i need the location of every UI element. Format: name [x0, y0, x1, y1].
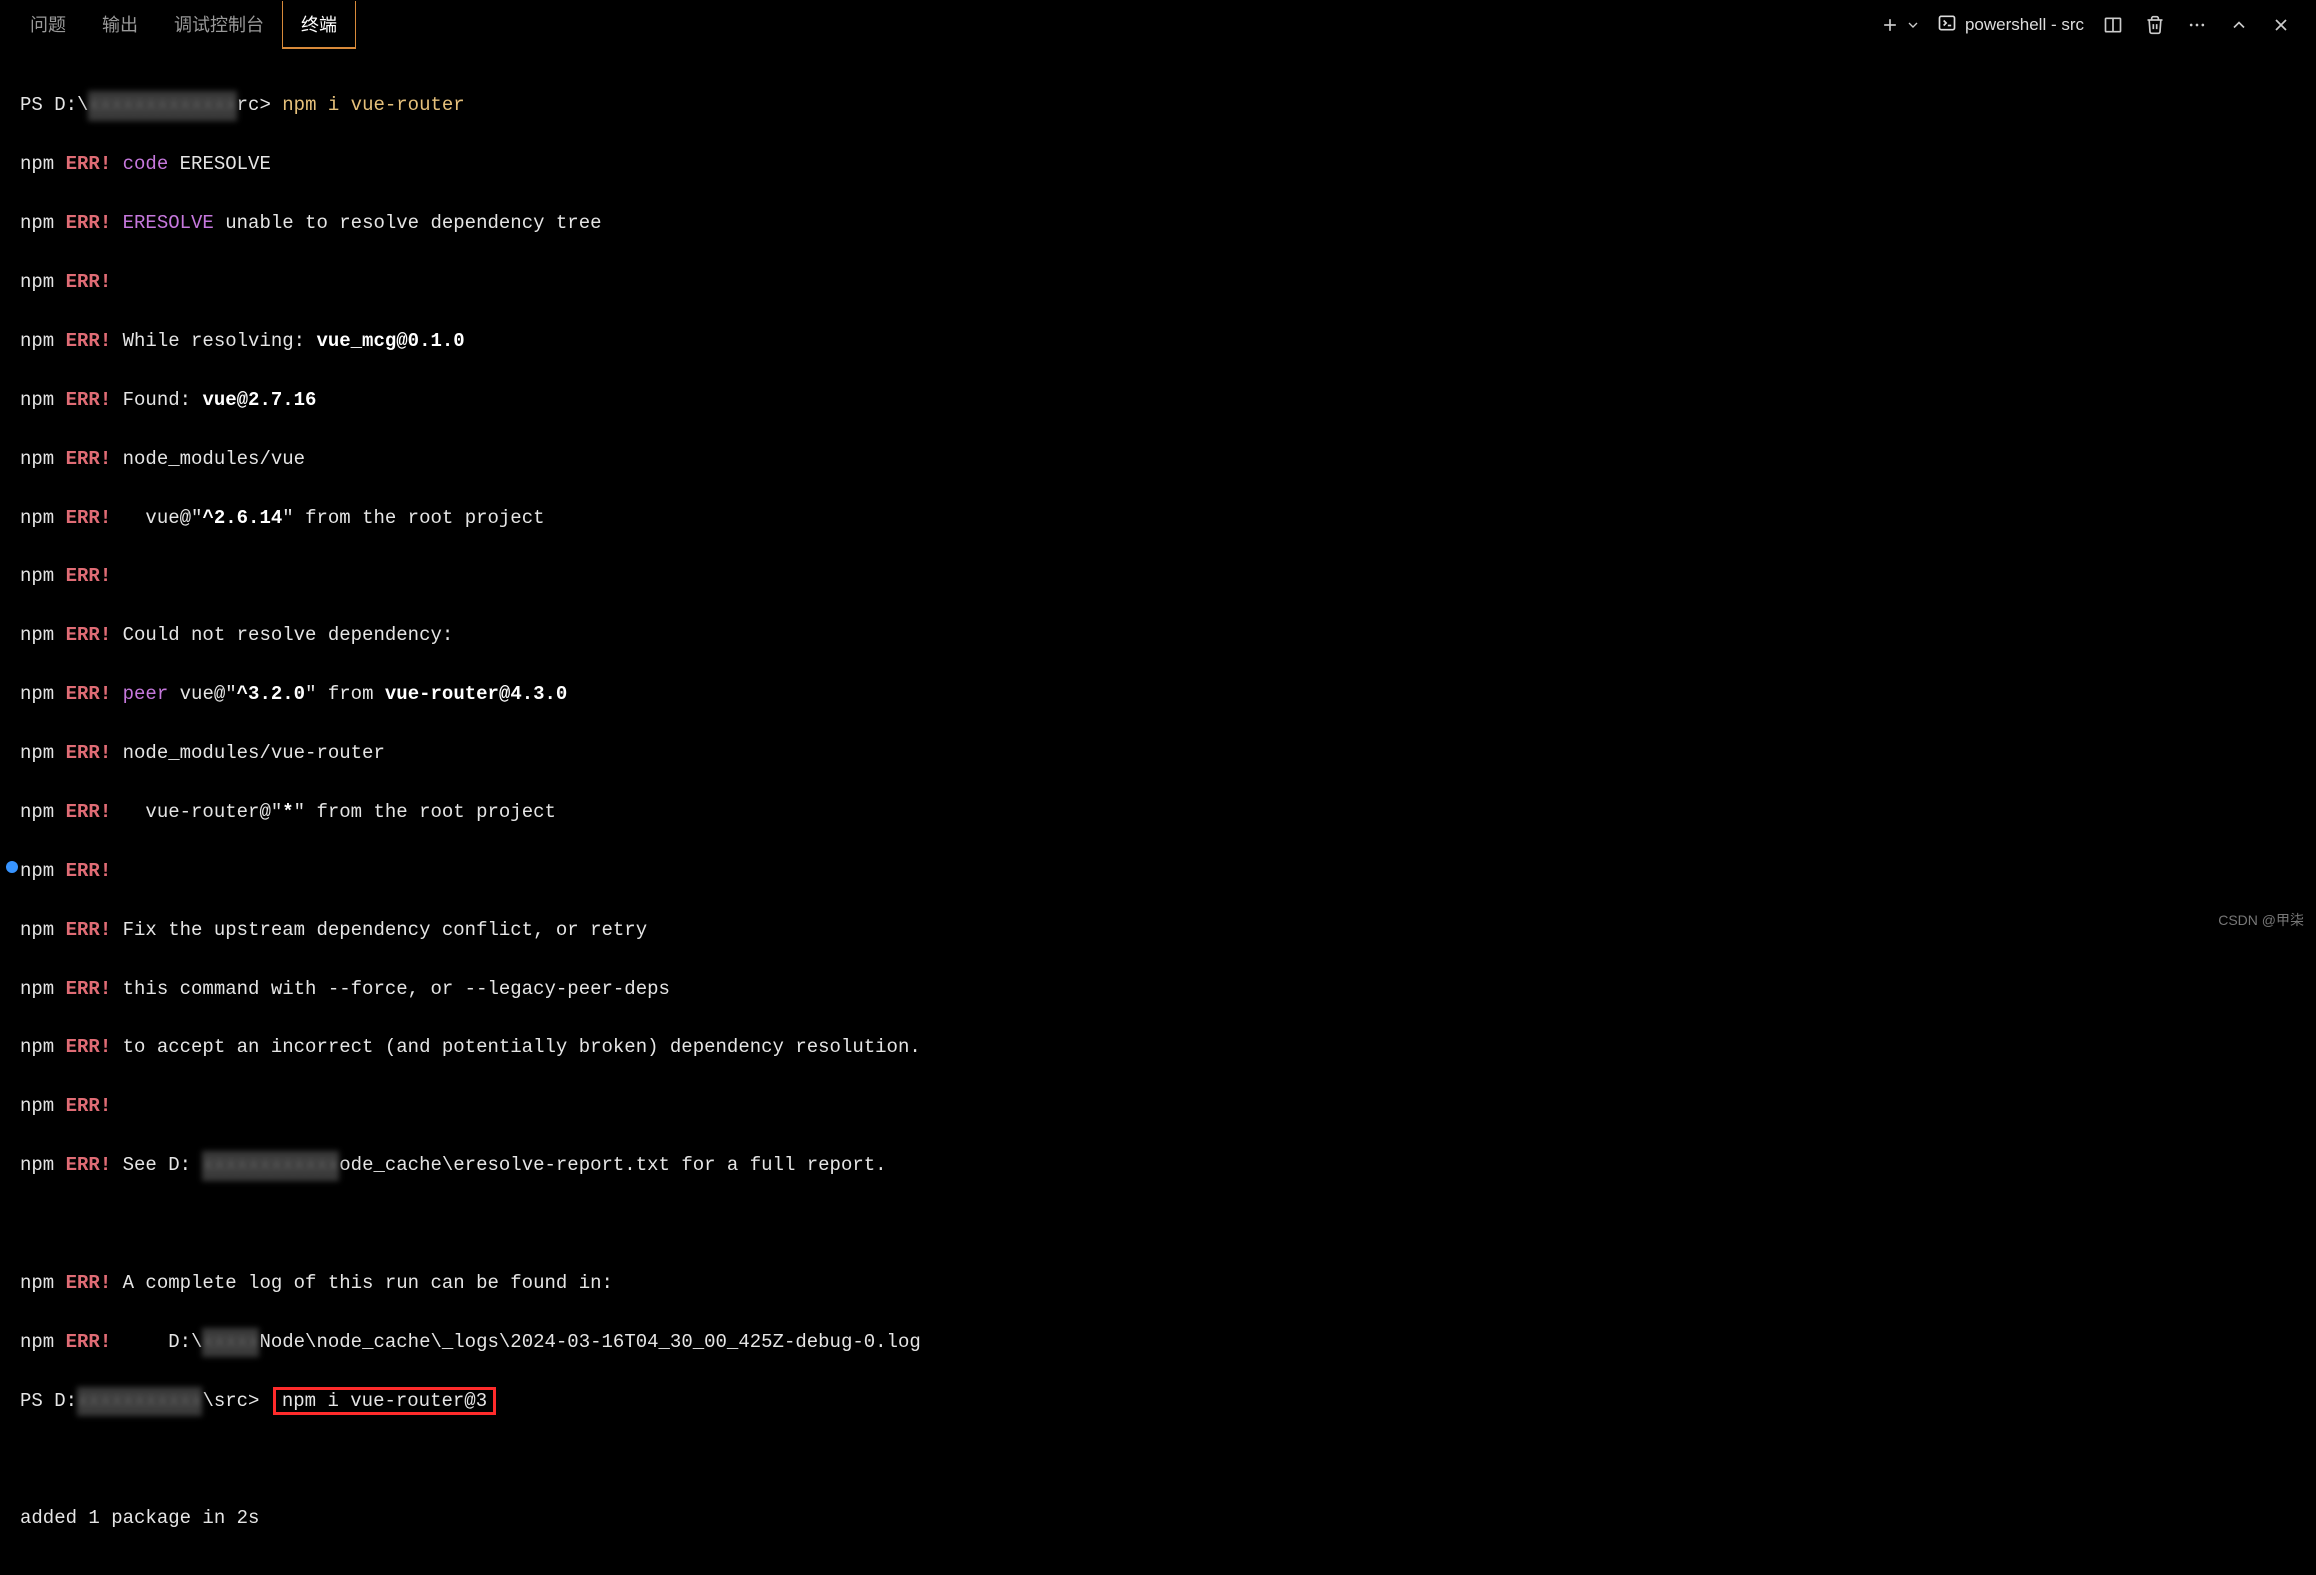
terminal-line: npm ERR! — [20, 857, 2296, 886]
watermark-text: CSDN @甲柒 — [2218, 910, 2304, 930]
terminal-line: npm ERR! vue-router@"*" from the root pr… — [20, 798, 2296, 827]
panel-tab-bar: 问题 输出 调试控制台 终端 powershell - src — [0, 0, 2316, 50]
terminal-line — [20, 1210, 2296, 1239]
terminal-line: npm ERR! Fix the upstream dependency con… — [20, 916, 2296, 945]
terminal-line: npm ERR! to accept an incorrect (and pot… — [20, 1033, 2296, 1062]
active-line-indicator — [6, 861, 18, 873]
active-shell-label[interactable]: powershell - src — [1937, 13, 2084, 38]
terminal-line: added 1 package in 2s — [20, 1504, 2296, 1533]
terminal-line: npm ERR! — [20, 268, 2296, 297]
tab-debug-console[interactable]: 调试控制台 — [156, 1, 282, 49]
terminal-line: npm ERR! A complete log of this run can … — [20, 1269, 2296, 1298]
terminal-line: npm ERR! See D: xxxxxxxxxxxxode_cache\er… — [20, 1151, 2296, 1180]
more-actions-icon[interactable] — [2184, 12, 2210, 38]
terminal-shell-icon — [1937, 13, 1957, 38]
tabs-left-group: 问题 输出 调试控制台 终端 — [12, 1, 356, 49]
terminal-line: npm ERR! node_modules/vue-router — [20, 739, 2296, 768]
maximize-panel-icon[interactable] — [2226, 12, 2252, 38]
terminal-line: npm ERR! this command with --force, or -… — [20, 975, 2296, 1004]
terminal-line: npm ERR! D:\xxxxxNode\node_cache\_logs\2… — [20, 1328, 2296, 1357]
terminal-line: npm ERR! ERESOLVE unable to resolve depe… — [20, 209, 2296, 238]
terminal-line — [20, 1446, 2296, 1475]
terminal-line: npm ERR! — [20, 1092, 2296, 1121]
close-panel-icon[interactable] — [2268, 12, 2294, 38]
terminal-line: npm ERR! Could not resolve dependency: — [20, 621, 2296, 650]
terminal-line: PS D:xxxxxxxxxxx\src> npm i vue-router@3 — [20, 1387, 2296, 1416]
tab-terminal[interactable]: 终端 — [282, 1, 356, 49]
terminal-line: npm ERR! While resolving: vue_mcg@0.1.0 — [20, 327, 2296, 356]
tab-problems[interactable]: 问题 — [12, 1, 84, 49]
highlighted-command: npm i vue-router@3 — [273, 1387, 496, 1415]
terminal-output[interactable]: PS D:\xxxxxxxxxxxxxrc> npm i vue-router … — [0, 50, 2316, 1575]
tab-output[interactable]: 输出 — [84, 1, 156, 49]
terminal-line: npm ERR! — [20, 562, 2296, 591]
terminal-line: npm ERR! vue@"^2.6.14" from the root pro… — [20, 504, 2296, 533]
new-terminal-icon[interactable] — [1877, 12, 1903, 38]
shell-name-text: powershell - src — [1965, 15, 2084, 35]
terminal-dropdown-icon[interactable] — [1905, 12, 1921, 38]
terminal-line: npm ERR! node_modules/vue — [20, 445, 2296, 474]
terminal-line: npm ERR! code ERESOLVE — [20, 150, 2296, 179]
terminal-line: PS D:\xxxxxxxxxxxxxrc> npm i vue-router — [20, 91, 2296, 120]
toolbar-right: powershell - src — [1877, 12, 2304, 38]
terminal-line: npm ERR! peer vue@"^3.2.0" from vue-rout… — [20, 680, 2296, 709]
terminal-line: npm ERR! Found: vue@2.7.16 — [20, 386, 2296, 415]
kill-terminal-icon[interactable] — [2142, 12, 2168, 38]
split-terminal-icon[interactable] — [2100, 12, 2126, 38]
